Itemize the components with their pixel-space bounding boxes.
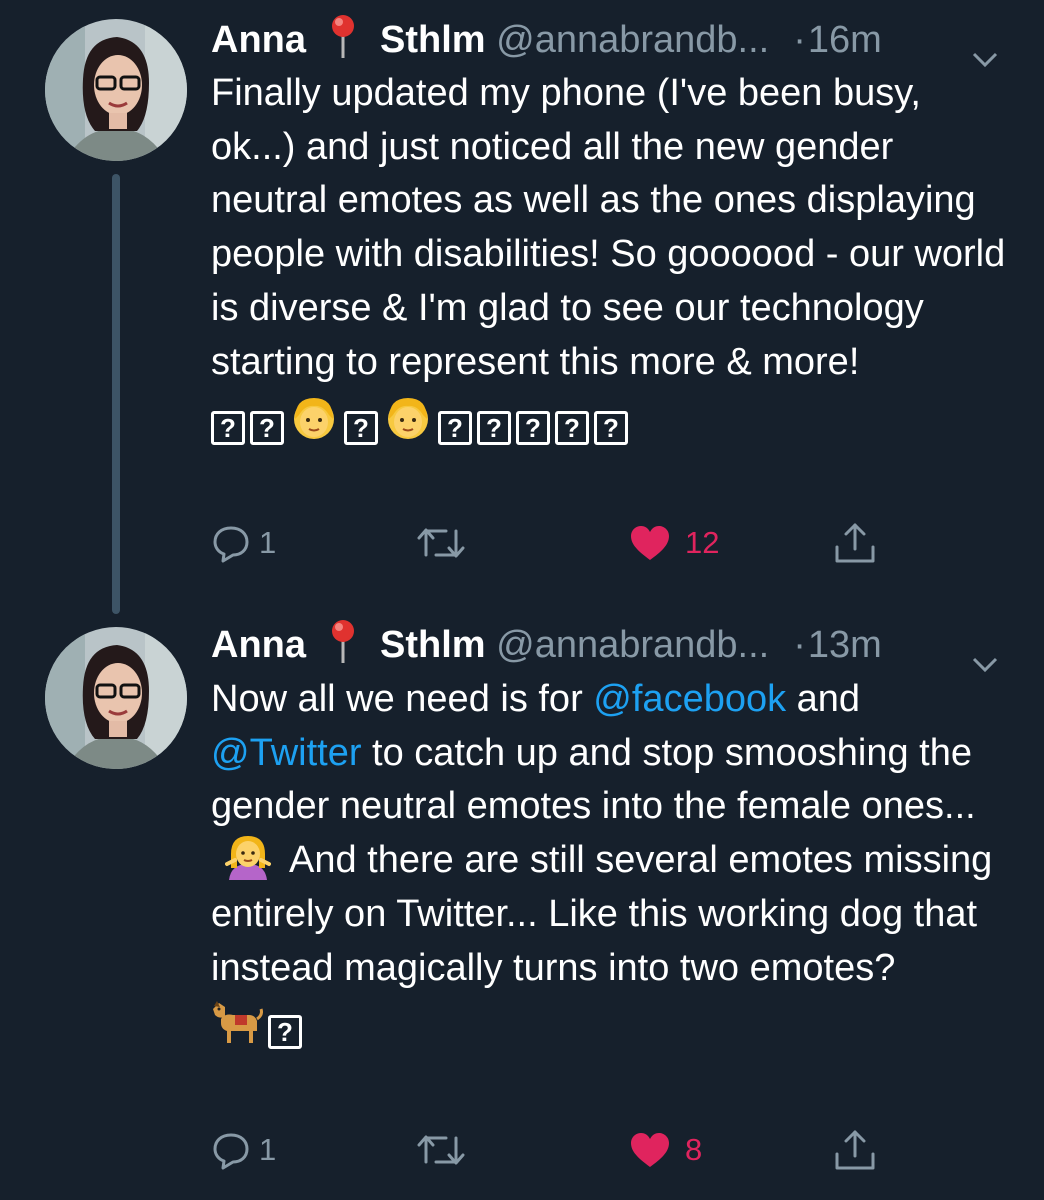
missing-glyph-box: ?	[477, 411, 511, 446]
separator-dot: ·	[793, 19, 806, 61]
timestamp[interactable]: 16m	[808, 19, 882, 61]
missing-glyph-box: ?	[250, 411, 284, 446]
mention-link-twitter[interactable]: @Twitter	[211, 732, 361, 774]
tweet[interactable]: Anna Sthlm @annabrandb... ·13m Now all we …	[0, 615, 1044, 1200]
chevron-down-icon[interactable]	[972, 31, 998, 68]
dog-emoji-icon	[211, 997, 263, 1047]
display-name-suffix[interactable]: Sthlm	[380, 19, 486, 61]
like-button[interactable]: 8	[629, 1125, 702, 1175]
share-icon	[833, 521, 877, 565]
like-count: 12	[685, 525, 720, 560]
reply-bubble-icon	[211, 523, 251, 563]
retweet-button[interactable]	[416, 518, 466, 568]
tweet-text-content: Finally updated my phone (I've been busy…	[211, 72, 1006, 383]
tweet-text-part: And there are still several emotes missi…	[211, 839, 993, 989]
missing-glyph-box: ?	[555, 411, 589, 446]
missing-glyph-box: ?	[268, 1015, 302, 1050]
tweet-text: Finally updated my phone (I've been busy…	[211, 67, 1011, 449]
heart-icon	[629, 524, 671, 562]
missing-glyph-box: ?	[344, 411, 378, 446]
separator-dot: ·	[793, 624, 806, 666]
display-name-suffix[interactable]: Sthlm	[380, 624, 486, 666]
heart-icon	[629, 1131, 671, 1169]
display-name[interactable]: Anna	[211, 19, 306, 61]
missing-glyph-box: ?	[438, 411, 472, 446]
tweet-text-part: and	[786, 678, 861, 720]
missing-glyph-box: ?	[516, 411, 550, 446]
tweet[interactable]: Anna Sthlm @annabrandb... ·16m Finally upd…	[0, 0, 1044, 615]
reply-button[interactable]: 1	[211, 518, 276, 568]
user-handle[interactable]: @annabrandb...	[496, 624, 769, 666]
tweet-actions: 1 8	[211, 1125, 911, 1175]
emoji-row: ????????	[211, 393, 1011, 449]
share-icon	[833, 1128, 877, 1172]
reply-count: 1	[259, 1132, 277, 1167]
missing-glyph-box: ?	[211, 411, 245, 446]
round-pushpin-icon	[328, 619, 358, 663]
mention-link-facebook[interactable]: @facebook	[593, 678, 786, 720]
blond-person-emoji-icon	[289, 393, 339, 443]
tweet-actions: 1 12	[211, 518, 911, 568]
retweet-button[interactable]	[416, 1125, 466, 1175]
user-handle[interactable]: @annabrandb...	[496, 19, 769, 61]
reply-bubble-icon	[211, 1130, 251, 1170]
tweet-text-part: Now all we need is for	[211, 678, 594, 720]
thread-connector-line	[112, 174, 120, 614]
reply-count: 1	[259, 525, 277, 560]
like-button[interactable]: 12	[629, 518, 719, 568]
avatar[interactable]	[45, 627, 187, 769]
blond-person-emoji-icon	[383, 393, 433, 443]
missing-glyph-box: ?	[594, 411, 628, 446]
retweet-icon	[416, 1132, 466, 1168]
tweet-header: Anna Sthlm @annabrandb... ·13m	[211, 619, 1011, 673]
reply-button[interactable]: 1	[211, 1125, 276, 1175]
tweet-header: Anna Sthlm @annabrandb... ·16m	[211, 14, 1011, 68]
timestamp[interactable]: 13m	[808, 624, 882, 666]
share-button[interactable]	[833, 518, 877, 568]
share-button[interactable]	[833, 1125, 877, 1175]
chevron-down-icon[interactable]	[972, 636, 998, 673]
like-count: 8	[685, 1132, 703, 1167]
emoji-row: ?	[211, 997, 1011, 1053]
retweet-icon	[416, 525, 466, 561]
avatar[interactable]	[45, 19, 187, 161]
tweet-text-content: Now all we need is for @facebook and @Tw…	[211, 673, 1011, 995]
display-name[interactable]: Anna	[211, 624, 306, 666]
tweet-text: Now all we need is for @facebook and @Tw…	[211, 673, 1011, 1053]
round-pushpin-icon	[328, 14, 358, 58]
person-shrugging-emoji-icon	[225, 834, 271, 881]
